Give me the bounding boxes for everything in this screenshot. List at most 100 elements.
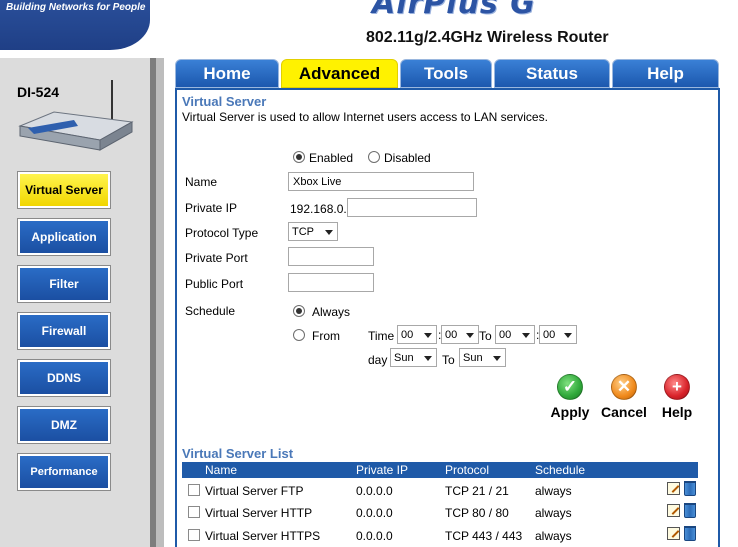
cancel-label: Cancel <box>601 404 647 420</box>
row-checkbox[interactable] <box>188 506 200 518</box>
row-ip: 0.0.0.0 <box>356 484 393 498</box>
row-protocol: TCP 21 / 21 <box>445 484 509 498</box>
row-protocol: TCP 80 / 80 <box>445 506 509 520</box>
trash-icon[interactable] <box>684 526 696 541</box>
protocol-select[interactable]: TCP <box>288 222 338 241</box>
time-from-minute-value: 00 <box>445 329 458 341</box>
device-model: DI-524 <box>17 84 60 100</box>
public-port-label: Public Port <box>185 277 244 291</box>
schedule-always-label: Always <box>312 305 351 319</box>
time-to-hour-value: 00 <box>499 329 512 341</box>
tab-help[interactable]: Help <box>612 59 719 88</box>
tab-advanced[interactable]: Advanced <box>281 59 398 88</box>
enabled-label: Enabled <box>309 151 354 165</box>
apply-button[interactable]: ✓ Apply <box>545 374 595 420</box>
checkmark-icon: ✓ <box>557 374 583 400</box>
chevron-down-icon <box>564 333 572 338</box>
row-schedule: always <box>535 529 572 543</box>
row-ip: 0.0.0.0 <box>356 506 393 520</box>
day-label: day <box>368 353 388 367</box>
column-private-ip: Private IP <box>356 463 409 477</box>
tab-home[interactable]: Home <box>175 59 279 88</box>
disabled-radio[interactable] <box>368 151 380 163</box>
enabled-radio[interactable] <box>293 151 305 163</box>
sidebar-item-performance[interactable]: Performance <box>17 453 111 491</box>
chevron-down-icon <box>522 333 530 338</box>
edit-icon[interactable] <box>667 482 680 495</box>
row-ip: 0.0.0.0 <box>356 529 393 543</box>
main-panel <box>175 88 720 547</box>
private-port-input[interactable] <box>288 247 374 266</box>
public-port-input[interactable] <box>288 273 374 292</box>
schedule-always-radio[interactable] <box>293 305 305 317</box>
time-to-minute-value: 00 <box>543 329 556 341</box>
time-from-hour-select[interactable]: 00 <box>397 325 437 344</box>
chevron-down-icon <box>325 230 333 235</box>
sidebar-item-ddns[interactable]: DDNS <box>17 359 111 397</box>
edit-icon[interactable] <box>667 504 680 517</box>
column-protocol: Protocol <box>445 463 490 477</box>
row-name: Virtual Server HTTP <box>205 506 313 520</box>
day-from-select[interactable]: Sun <box>390 348 437 367</box>
sidebar-item-filter[interactable]: Filter <box>17 265 111 303</box>
help-button[interactable]: + Help <box>652 374 702 420</box>
chevron-down-icon <box>466 333 474 338</box>
row-name: Virtual Server HTTPS <box>205 529 321 543</box>
schedule-from-radio[interactable] <box>293 329 305 341</box>
tab-tools[interactable]: Tools <box>400 59 492 88</box>
name-label: Name <box>185 175 218 189</box>
chevron-down-icon <box>424 333 432 338</box>
row-schedule: always <box>535 506 572 520</box>
schedule-label: Schedule <box>185 304 236 318</box>
column-schedule: Schedule <box>535 463 586 477</box>
row-schedule: always <box>535 484 572 498</box>
disabled-label: Disabled <box>384 151 431 165</box>
tab-status[interactable]: Status <box>494 59 610 88</box>
brand-logo: AirPlus G <box>372 0 536 21</box>
apply-label: Apply <box>550 404 590 420</box>
time-to-hour-select[interactable]: 00 <box>495 325 535 344</box>
column-name: Name <box>205 463 238 477</box>
time-from-hour-value: 00 <box>401 329 414 341</box>
row-name: Virtual Server FTP <box>205 484 304 498</box>
schedule-from-label: From <box>312 329 340 343</box>
time-from-minute-select[interactable]: 00 <box>441 325 479 344</box>
dlink-logo-band: Building Networks for People <box>0 0 150 50</box>
day-to-select[interactable]: Sun <box>459 348 506 367</box>
private-ip-prefix: 192.168.0. <box>290 202 347 216</box>
trash-icon[interactable] <box>684 503 696 518</box>
sidebar-item-application[interactable]: Application <box>17 218 111 256</box>
x-icon: ✕ <box>611 374 637 400</box>
protocol-label: Protocol Type <box>185 226 259 240</box>
plus-icon: + <box>664 374 690 400</box>
list-header <box>182 462 698 478</box>
header: Building Networks for People AirPlus G 8… <box>0 0 738 58</box>
day-from-value: Sun <box>394 352 414 364</box>
sidebar-item-dmz[interactable]: DMZ <box>17 406 111 444</box>
day-to-label: To <box>442 353 455 367</box>
name-input[interactable]: Xbox Live <box>288 172 474 191</box>
section-title: Virtual Server <box>182 94 267 109</box>
section-description: Virtual Server is used to allow Internet… <box>182 110 548 124</box>
chevron-down-icon <box>424 356 432 361</box>
row-checkbox[interactable] <box>188 484 200 496</box>
product-title: 802.11g/2.4GHz Wireless Router <box>366 29 609 46</box>
time-to-minute-select[interactable]: 00 <box>539 325 577 344</box>
sidebar-item-virtual-server[interactable]: Virtual Server <box>17 171 111 209</box>
row-checkbox[interactable] <box>188 529 200 541</box>
list-title: Virtual Server List <box>182 446 294 461</box>
chevron-down-icon <box>493 356 501 361</box>
private-port-label: Private Port <box>185 251 248 265</box>
protocol-value: TCP <box>292 226 314 238</box>
day-to-value: Sun <box>463 352 483 364</box>
time-to-label: To <box>479 329 492 343</box>
sidebar-item-firewall[interactable]: Firewall <box>17 312 111 350</box>
cancel-button[interactable]: ✕ Cancel <box>599 374 649 420</box>
edit-icon[interactable] <box>667 527 680 540</box>
help-label: Help <box>661 404 693 420</box>
private-ip-label: Private IP <box>185 201 238 215</box>
trash-icon[interactable] <box>684 481 696 496</box>
row-protocol: TCP 443 / 443 <box>445 529 523 543</box>
private-ip-input[interactable] <box>347 198 477 217</box>
time-label: Time <box>368 329 395 343</box>
